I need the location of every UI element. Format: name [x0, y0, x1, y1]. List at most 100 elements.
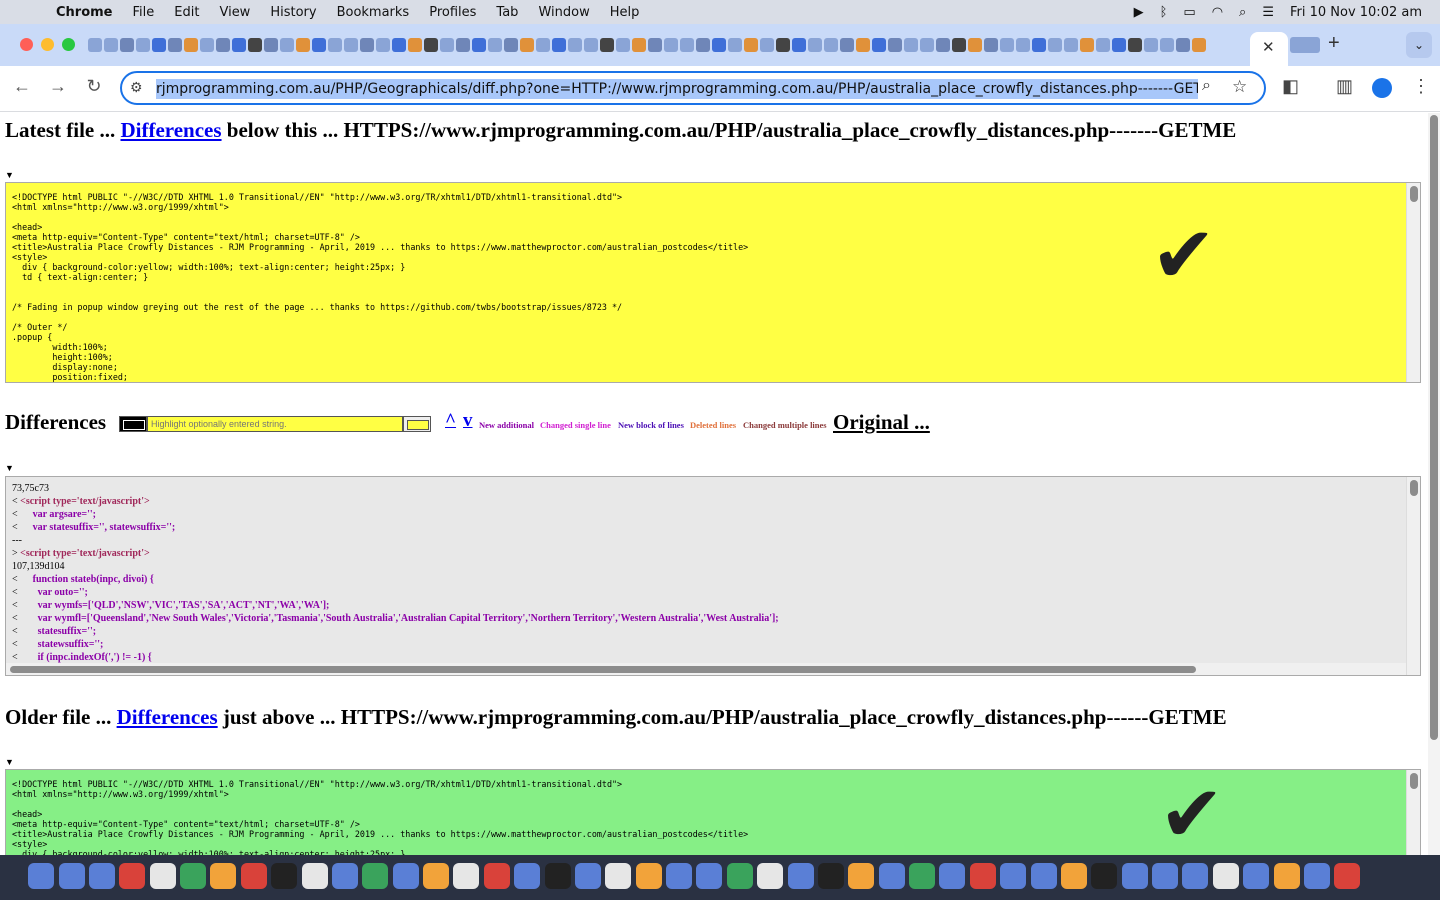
tab-favicons[interactable]: [88, 35, 1248, 55]
latest-differences-link[interactable]: Differences: [120, 118, 221, 142]
tab-favicon-icon[interactable]: [808, 38, 822, 52]
address-bar[interactable]: ⚙ rjmprogramming.com.au/PHP/Geographical…: [120, 71, 1266, 105]
tab-favicon-icon[interactable]: [216, 38, 230, 52]
dock-app-icon[interactable]: [1273, 863, 1300, 889]
more-menu-icon[interactable]: ⋮: [1412, 76, 1430, 97]
differences-disclosure-triangle-icon[interactable]: ▼: [5, 463, 14, 473]
dock-app-icon[interactable]: [848, 863, 875, 889]
battery-icon[interactable]: ▭: [1183, 5, 1195, 20]
active-tab[interactable]: ✕: [1250, 32, 1288, 66]
tab-favicon-icon[interactable]: [440, 38, 454, 52]
extensions-puzzle-icon[interactable]: ◧: [1282, 76, 1299, 97]
dock-app-icon[interactable]: [1212, 863, 1239, 889]
back-arrow-icon[interactable]: ←: [10, 76, 34, 97]
menu-app-name[interactable]: Chrome: [56, 5, 113, 20]
site-settings-icon[interactable]: ⚙: [130, 79, 143, 96]
tab-favicon-icon[interactable]: [1016, 38, 1030, 52]
dock-app-icon[interactable]: [1182, 863, 1209, 889]
next-match-link[interactable]: v: [463, 410, 473, 432]
tab-favicon-icon[interactable]: [968, 38, 982, 52]
tab-favicon-icon[interactable]: [152, 38, 166, 52]
tab-favicon-icon[interactable]: [728, 38, 742, 52]
wifi-icon[interactable]: ◠: [1212, 5, 1223, 20]
tab-favicon-icon[interactable]: [1144, 38, 1158, 52]
highlight-color-picker[interactable]: [403, 416, 431, 432]
tab-favicon-icon[interactable]: [984, 38, 998, 52]
highlight-search-input[interactable]: [147, 416, 403, 432]
bookmark-star-icon[interactable]: ☆: [1232, 77, 1247, 97]
tab-favicon-icon[interactable]: [936, 38, 950, 52]
tab-favicon-icon[interactable]: [584, 38, 598, 52]
tab-favicon-icon[interactable]: [952, 38, 966, 52]
tab-favicon-icon[interactable]: [488, 38, 502, 52]
tab-favicon-icon[interactable]: [1080, 38, 1094, 52]
dock-app-icon[interactable]: [301, 863, 328, 889]
tab-favicon-icon[interactable]: [408, 38, 422, 52]
dock-app-icon[interactable]: [1303, 863, 1330, 889]
tab-favicon-icon[interactable]: [392, 38, 406, 52]
dock-app-icon[interactable]: [1334, 863, 1361, 889]
dock-app-icon[interactable]: [1060, 863, 1087, 889]
dock-app-icon[interactable]: [726, 863, 753, 889]
tab-favicon-icon[interactable]: [1128, 38, 1142, 52]
tab-favicon-icon[interactable]: [120, 38, 134, 52]
latest-disclosure-triangle-icon[interactable]: ▼: [5, 170, 14, 180]
dock-app-icon[interactable]: [574, 863, 601, 889]
tab-favicon-icon[interactable]: [312, 38, 326, 52]
tab-favicon-icon[interactable]: [104, 38, 118, 52]
dock-app-icon[interactable]: [331, 863, 358, 889]
tab-favicon-icon[interactable]: [456, 38, 470, 52]
play-icon[interactable]: ▶: [1134, 5, 1144, 20]
tab-favicon-icon[interactable]: [696, 38, 710, 52]
dock-app-icon[interactable]: [149, 863, 176, 889]
tab-favicon-icon[interactable]: [360, 38, 374, 52]
tab-favicon-icon[interactable]: [552, 38, 566, 52]
tab-favicon-icon[interactable]: [840, 38, 854, 52]
control-center-icon[interactable]: ☰: [1262, 5, 1274, 20]
search-icon[interactable]: ⌕: [1239, 5, 1246, 20]
dock-app-icon[interactable]: [939, 863, 966, 889]
dock-app-icon[interactable]: [240, 863, 267, 889]
tab-favicon-icon[interactable]: [200, 38, 214, 52]
tab-favicon-icon[interactable]: [1096, 38, 1110, 52]
dock-app-icon[interactable]: [423, 863, 450, 889]
tab-favicon-icon[interactable]: [824, 38, 838, 52]
dock-app-icon[interactable]: [1000, 863, 1027, 889]
tab-favicon-icon[interactable]: [1000, 38, 1014, 52]
tab-favicon-icon[interactable]: [632, 38, 646, 52]
clock[interactable]: Fri 10 Nov 10:02 am: [1290, 5, 1422, 20]
menu-profiles[interactable]: Profiles: [429, 5, 476, 20]
tab-favicon-icon[interactable]: [648, 38, 662, 52]
differences-horizontal-scrollbar[interactable]: [6, 663, 1406, 675]
text-color-picker[interactable]: [119, 416, 147, 432]
tab-favicon-icon[interactable]: [248, 38, 262, 52]
menu-view[interactable]: View: [219, 5, 250, 20]
dock-app-icon[interactable]: [666, 863, 693, 889]
reload-icon[interactable]: ↻: [82, 76, 106, 97]
close-tab-icon[interactable]: ✕: [1262, 38, 1275, 56]
tab-favicon-icon[interactable]: [136, 38, 150, 52]
dock-app-icon[interactable]: [909, 863, 936, 889]
tab-favicon-icon[interactable]: [472, 38, 486, 52]
menu-bookmarks[interactable]: Bookmarks: [337, 5, 410, 20]
older-file-code-box[interactable]: <!DOCTYPE html PUBLIC "-//W3C//DTD XHTML…: [5, 769, 1421, 855]
tab-favicon-icon[interactable]: [328, 38, 342, 52]
dock-app-icon[interactable]: [392, 863, 419, 889]
tab-favicon-icon[interactable]: [536, 38, 550, 52]
tab-favicon-icon[interactable]: [232, 38, 246, 52]
tab-favicon-icon[interactable]: [1160, 38, 1174, 52]
dock-app-icon[interactable]: [1030, 863, 1057, 889]
older-disclosure-triangle-icon[interactable]: ▼: [5, 757, 14, 767]
tab-favicon-icon[interactable]: [680, 38, 694, 52]
dock-app-icon[interactable]: [28, 863, 55, 889]
tab-favicon-icon[interactable]: [904, 38, 918, 52]
tab-favicon-icon[interactable]: [856, 38, 870, 52]
tab-favicon-icon[interactable]: [344, 38, 358, 52]
tab-favicon-icon[interactable]: [1112, 38, 1126, 52]
dock-app-icon[interactable]: [635, 863, 662, 889]
tab-favicon-icon[interactable]: [1064, 38, 1078, 52]
previous-match-link[interactable]: ^: [445, 410, 456, 432]
dock-app-icon[interactable]: [58, 863, 85, 889]
latest-vertical-scrollbar[interactable]: [1406, 183, 1420, 382]
tab-favicon-icon[interactable]: [760, 38, 774, 52]
